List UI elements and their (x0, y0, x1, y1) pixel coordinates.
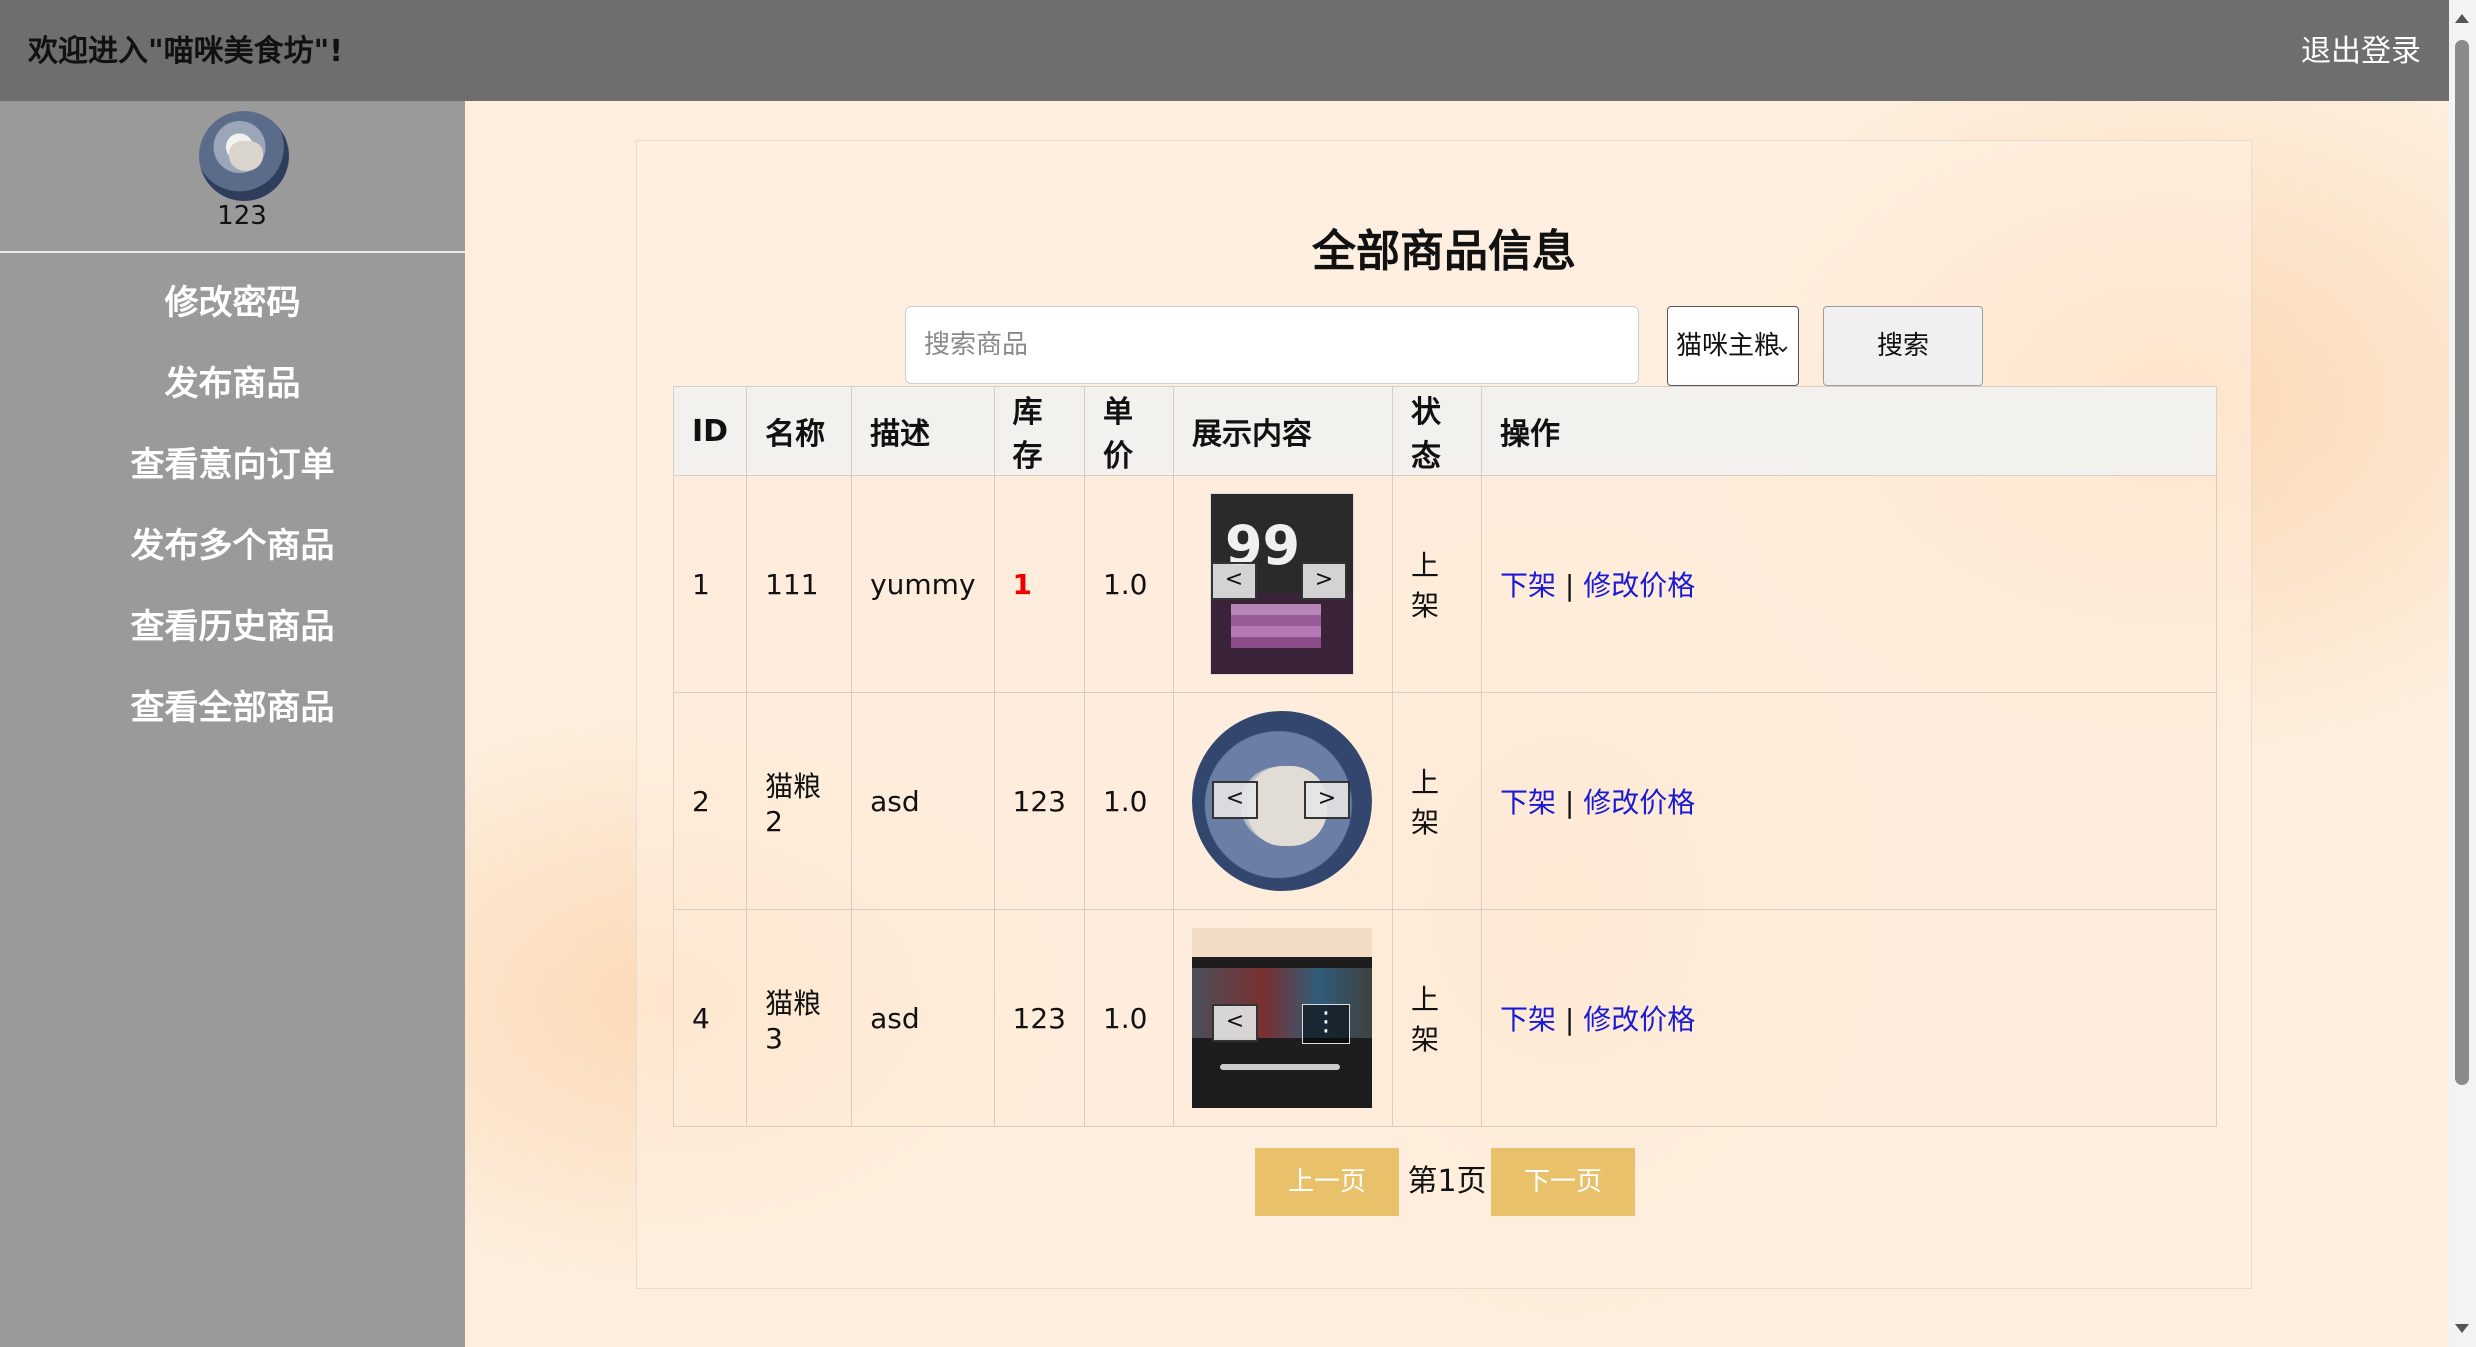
cell-stock: 1 (993, 475, 1085, 693)
cell-display: 99 < > (1172, 475, 1393, 693)
cell-actions: 下架 | 修改价格 (1480, 909, 2218, 1127)
page-title: 全部商品信息 (1312, 226, 1576, 277)
username: 123 (217, 201, 267, 231)
cell-price: 1.0 (1083, 909, 1174, 1127)
table-row: 2 猫粮2 asd 123 1.0 < > 上架 下架 | 修改价格 (672, 692, 2218, 910)
video-progress-bar[interactable] (1219, 1064, 1340, 1070)
profile-section: 123 (0, 101, 465, 253)
column-header-stock: 库存 (993, 386, 1085, 476)
search-input[interactable] (905, 306, 1639, 384)
table-header-row: ID 名称 描述 库存 单价 展示内容 状态 操作 (672, 386, 2218, 476)
column-header-actions: 操作 (1480, 386, 2218, 476)
action-separator: | (1564, 569, 1575, 602)
media-next-button[interactable]: > (1303, 781, 1350, 819)
cell-price: 1.0 (1083, 475, 1174, 693)
cell-display: < > (1172, 692, 1393, 910)
table-row: 1 111 yummy 1 1.0 99 < > 上架 下架 | 修改价格 (672, 475, 2218, 693)
package-stripe (1230, 604, 1321, 648)
welcome-title: 欢迎进入"喵咪美食坊"! (28, 34, 343, 69)
cat-photo: < > (1191, 711, 1372, 891)
category-select-value: 猫咪主粮 (1676, 331, 1781, 361)
take-down-link[interactable]: 下架 (1500, 786, 1556, 819)
cell-status: 上架 (1391, 909, 1482, 1127)
prev-page-button[interactable]: 上一页 (1255, 1148, 1399, 1216)
cell-stock: 123 (993, 692, 1085, 910)
sidebar-item-all-products[interactable]: 查看全部商品 (0, 668, 465, 749)
cell-id: 1 (672, 475, 748, 693)
product-package-image: 99 < > (1209, 493, 1354, 675)
cell-name: 111 (746, 475, 853, 693)
cell-description: asd (851, 692, 995, 910)
column-header-name: 名称 (746, 386, 853, 476)
search-button[interactable]: 搜索 (1823, 306, 1983, 386)
table-row: 4 猫粮3 asd 123 1.0 < ⋮ 上架 下架 | 修改价格 (672, 909, 2218, 1127)
video-thumbnail[interactable]: < ⋮ (1191, 928, 1372, 1108)
scroll-down-icon[interactable] (2455, 1324, 2469, 1333)
media-prev-button[interactable]: < (1211, 781, 1258, 819)
cell-status: 上架 (1391, 692, 1482, 910)
products-panel: 全部商品信息 猫咪主粮 ⌄ 搜索 ID 名称 描述 库存 单价 展示内容 状态 … (636, 140, 2252, 1289)
column-header-id: ID (672, 386, 748, 476)
sidebar: 123 修改密码 发布商品 查看意向订单 发布多个商品 查看历史商品 查看全部商… (0, 101, 465, 1347)
column-header-price: 单价 (1083, 386, 1174, 476)
cell-description: yummy (851, 475, 995, 693)
cell-actions: 下架 | 修改价格 (1480, 692, 2218, 910)
action-separator: | (1564, 1003, 1575, 1036)
chevron-down-icon: ⌄ (1773, 333, 1792, 358)
column-header-description: 描述 (851, 386, 995, 476)
cell-name: 猫粮2 (746, 692, 853, 910)
sidebar-item-publish-multiple[interactable]: 发布多个商品 (0, 506, 465, 587)
avatar (199, 111, 289, 201)
page-indicator: 第1页 (1407, 1164, 1487, 1199)
sidebar-item-publish-product[interactable]: 发布商品 (0, 344, 465, 425)
cell-id: 4 (672, 909, 748, 1127)
cell-actions: 下架 | 修改价格 (1480, 475, 2218, 693)
cell-price: 1.0 (1083, 692, 1174, 910)
products-table: ID 名称 描述 库存 单价 展示内容 状态 操作 1 111 yummy 1 … (672, 386, 2218, 1127)
edit-price-link[interactable]: 修改价格 (1583, 569, 1695, 602)
pagination: 上一页 第1页 下一页 (637, 1148, 2251, 1216)
edit-price-link[interactable]: 修改价格 (1583, 786, 1695, 819)
edit-price-link[interactable]: 修改价格 (1583, 1003, 1695, 1036)
sidebar-menu: 修改密码 发布商品 查看意向订单 发布多个商品 查看历史商品 查看全部商品 (0, 263, 465, 749)
sidebar-item-history-products[interactable]: 查看历史商品 (0, 587, 465, 668)
take-down-link[interactable]: 下架 (1500, 1003, 1556, 1036)
logout-link[interactable]: 退出登录 (2301, 26, 2421, 70)
cell-description: asd (851, 909, 995, 1127)
cell-display: < ⋮ (1172, 909, 1393, 1127)
column-header-status: 状态 (1391, 386, 1482, 476)
action-separator: | (1564, 786, 1575, 819)
cell-name: 猫粮3 (746, 909, 853, 1127)
media-next-button[interactable]: > (1300, 562, 1347, 600)
sidebar-item-change-password[interactable]: 修改密码 (0, 263, 465, 344)
scrollbar-thumb[interactable] (2455, 40, 2469, 1085)
take-down-link[interactable]: 下架 (1500, 569, 1556, 602)
more-options-icon[interactable]: ⋮ (1301, 1004, 1350, 1044)
media-prev-button[interactable]: < (1210, 562, 1257, 600)
scroll-up-icon[interactable] (2455, 14, 2469, 23)
top-bar: 欢迎进入"喵咪美食坊"! 退出登录 (0, 0, 2449, 101)
media-prev-button[interactable]: < (1211, 1004, 1258, 1042)
category-select[interactable]: 猫咪主粮 ⌄ (1667, 306, 1799, 386)
cell-id: 2 (672, 692, 748, 910)
next-page-button[interactable]: 下一页 (1491, 1148, 1635, 1216)
column-header-display: 展示内容 (1172, 386, 1393, 476)
sidebar-item-intent-orders[interactable]: 查看意向订单 (0, 425, 465, 506)
cell-status: 上架 (1391, 475, 1482, 693)
vertical-scrollbar[interactable] (2449, 0, 2476, 1347)
cell-stock: 123 (993, 909, 1085, 1127)
